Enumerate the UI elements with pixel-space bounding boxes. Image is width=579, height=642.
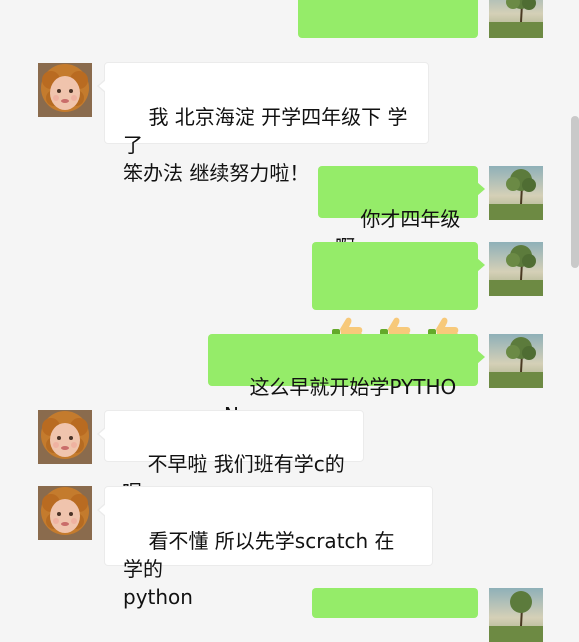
chat-thread: 我 北京海淀 开学四年级下 学了 笨办法 继续努力啦！ 你才四年级啊 [0, 0, 579, 642]
message-bubble-incoming[interactable]: 不早啦 我们班有学c的呢 [97, 410, 364, 504]
message-bubble-outgoing-partial[interactable] [312, 588, 478, 618]
cherub-portrait-avatar[interactable] [38, 486, 92, 540]
cherub-portrait-avatar[interactable] [38, 410, 92, 464]
tree-landscape-avatar[interactable] [489, 334, 543, 388]
cherub-portrait-icon [38, 486, 92, 540]
tree-landscape-icon [489, 0, 543, 38]
message-bubble-outgoing-partial[interactable] [298, 0, 478, 38]
message-bubble-incoming[interactable]: 我 北京海淀 开学四年级下 学了 笨办法 继续努力啦！ [97, 62, 429, 185]
emoji-message-bubble[interactable] [312, 242, 485, 345]
tree-landscape-avatar[interactable] [489, 588, 543, 642]
message-bubble-outgoing[interactable]: 你才四年级啊 [318, 166, 485, 259]
tree-landscape-icon [489, 588, 543, 642]
cherub-portrait-avatar[interactable] [38, 63, 92, 117]
tree-landscape-avatar[interactable] [489, 166, 543, 220]
tree-landscape-icon [489, 166, 543, 220]
message-bubble-outgoing[interactable]: 这么早就开始学PYTHON [208, 334, 485, 427]
tree-landscape-icon [489, 242, 543, 296]
tree-landscape-avatar[interactable] [489, 242, 543, 296]
cherub-portrait-icon [38, 410, 92, 464]
cherub-portrait-icon [38, 63, 92, 117]
tree-landscape-avatar[interactable] [489, 0, 543, 38]
tree-landscape-icon [489, 334, 543, 388]
message-bubble-incoming[interactable]: 看不懂 所以先学scratch 在学的 python [97, 486, 433, 609]
chat-scrollbar[interactable] [571, 116, 579, 268]
